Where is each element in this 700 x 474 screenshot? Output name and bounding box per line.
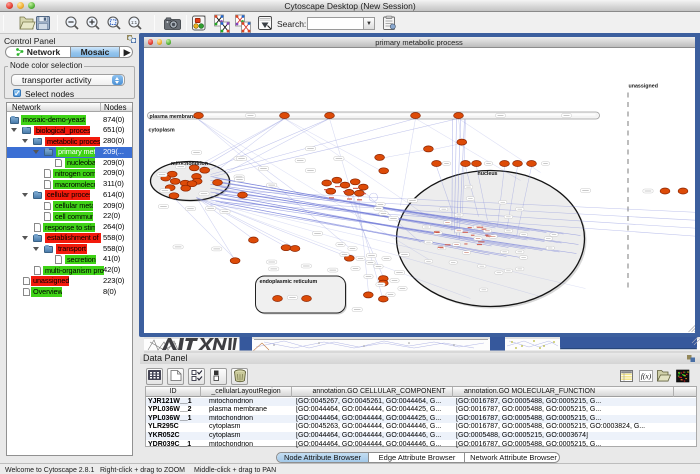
- svg-text:cytoplasm: cytoplasm: [148, 127, 174, 133]
- svg-text:unassigned: unassigned: [628, 83, 657, 89]
- svg-text:f(x): f(x): [641, 372, 652, 381]
- svg-text:1:1: 1:1: [131, 20, 138, 25]
- svg-text:plasma membrane: plasma membrane: [149, 113, 196, 119]
- svg-text:nucleus: nucleus: [477, 171, 497, 177]
- svg-text:endoplasmic reticulum: endoplasmic reticulum: [259, 279, 317, 285]
